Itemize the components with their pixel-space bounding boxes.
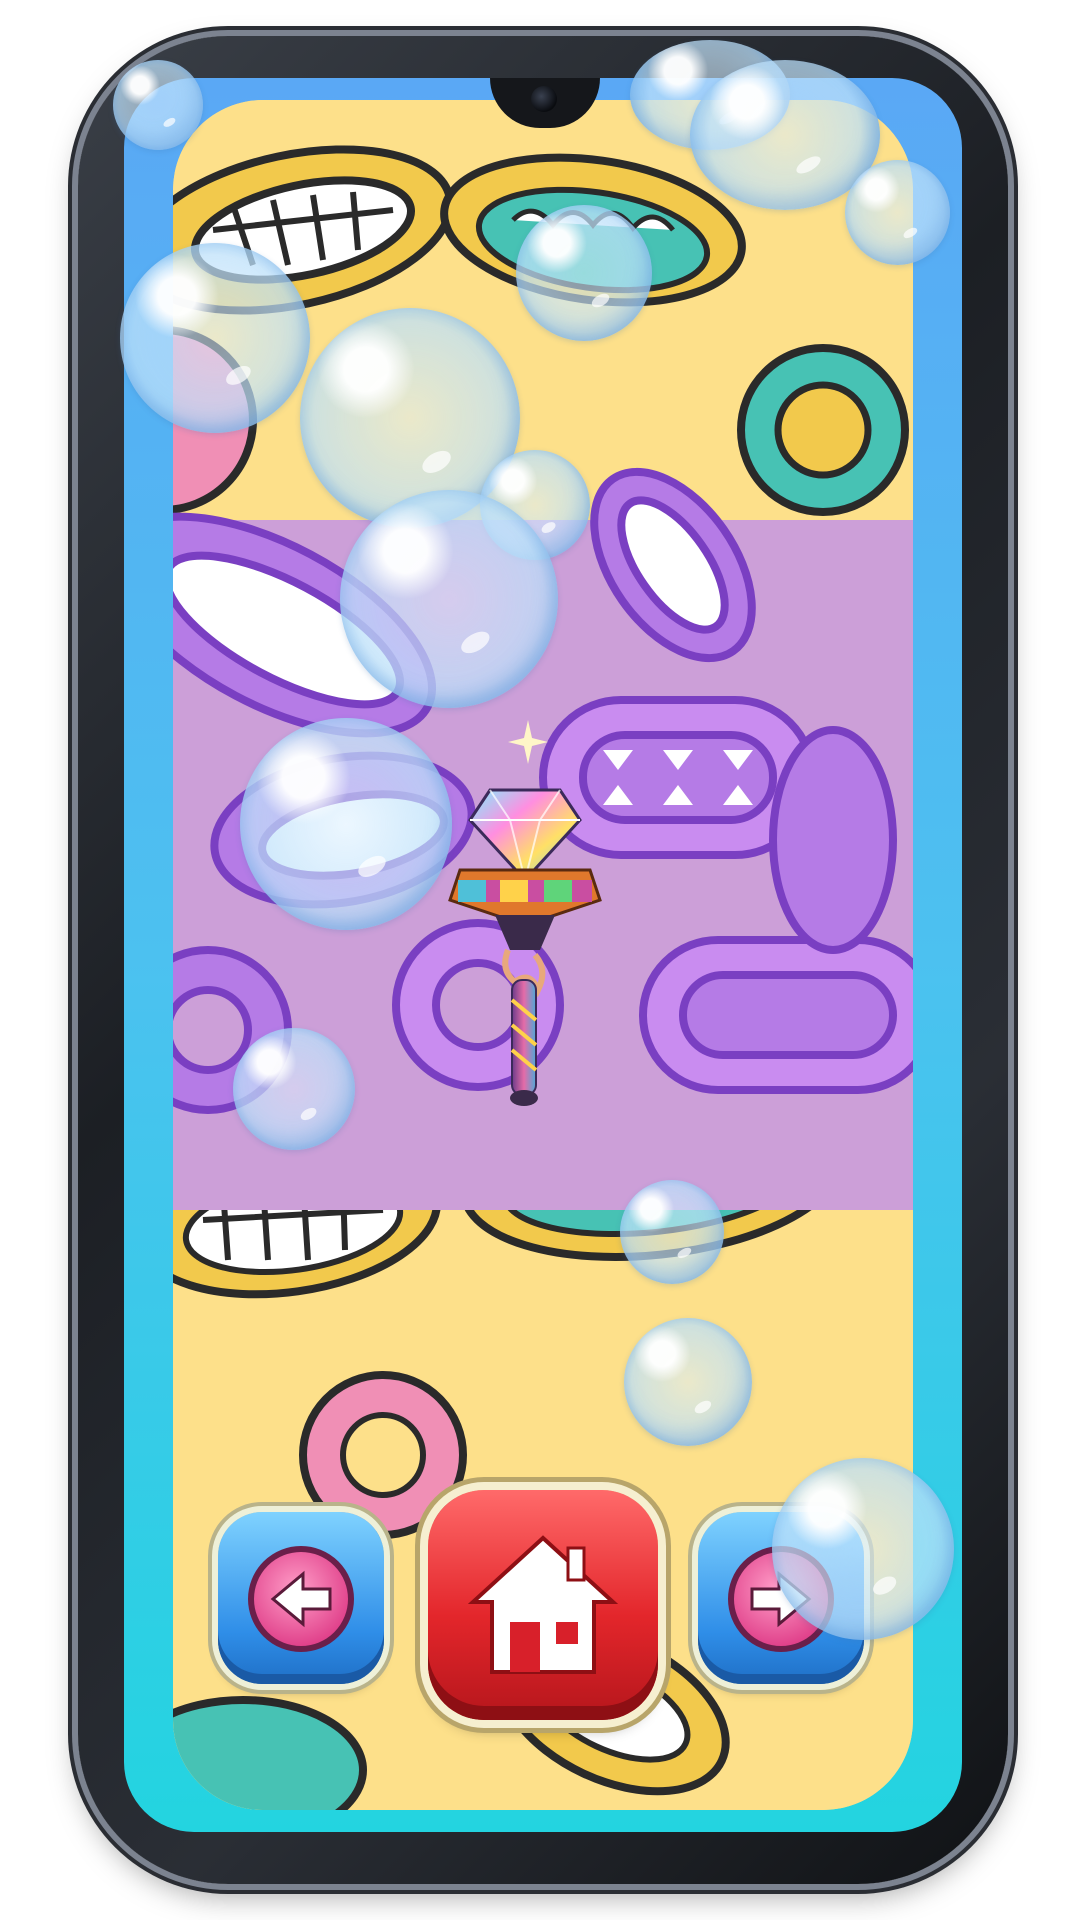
bubble[interactable] [113, 60, 203, 150]
bubble[interactable] [620, 1180, 724, 1284]
bubble[interactable] [120, 243, 310, 433]
bubble[interactable] [772, 1458, 954, 1640]
arrow-left-icon [270, 1570, 332, 1628]
bubble[interactable] [233, 1028, 355, 1150]
home-icon [467, 1535, 619, 1674]
rainbow-gem-wand-icon[interactable] [440, 720, 610, 1120]
bubble[interactable] [240, 718, 452, 930]
prev-button[interactable] [218, 1512, 384, 1684]
app-stage [0, 0, 1080, 1920]
bubble[interactable] [624, 1318, 752, 1446]
ring-shape-right [737, 344, 909, 516]
bubble[interactable] [340, 490, 558, 708]
bubble[interactable] [516, 205, 652, 341]
home-button[interactable] [428, 1490, 658, 1720]
front-camera [531, 86, 557, 112]
bubble[interactable] [845, 160, 950, 265]
